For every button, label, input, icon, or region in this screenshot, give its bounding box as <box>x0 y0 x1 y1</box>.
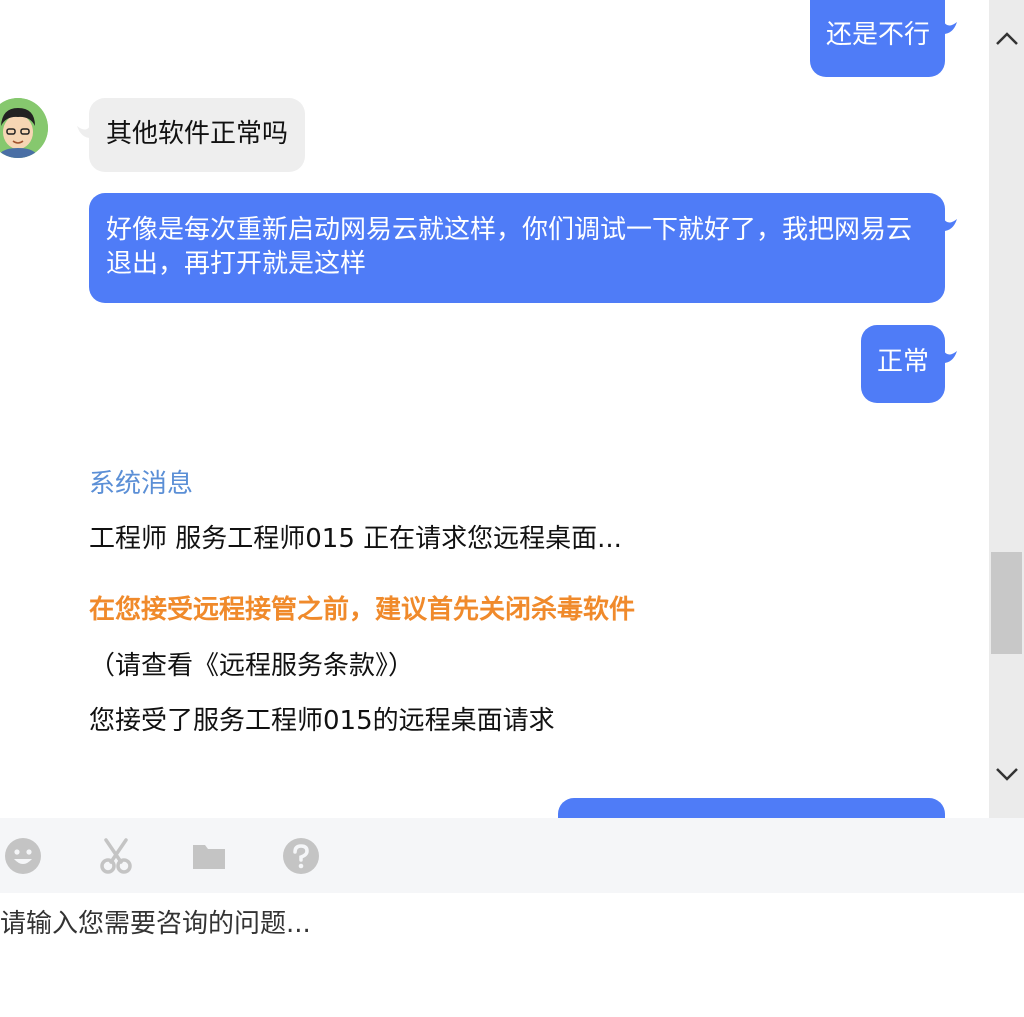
scrollbar-thumb[interactable] <box>991 552 1022 654</box>
input-toolbar <box>0 818 1024 893</box>
avatar-icon <box>0 98 48 158</box>
bubble-tail-icon <box>77 124 91 138</box>
bubble-tail-icon <box>943 20 957 34</box>
user-message-bubble <box>558 798 945 818</box>
chat-scrollbar[interactable] <box>989 0 1024 818</box>
chevron-up-icon <box>995 32 1018 45</box>
user-message-bubble: 还是不行 <box>809 0 957 77</box>
emoji-icon <box>5 838 41 874</box>
send-file-button[interactable] <box>189 836 229 876</box>
chat-message-area: 还是不行 其他软件正常吗 好像是每次重新启动网易云就这样，你们调试一下就好了，我… <box>0 0 989 818</box>
help-button[interactable] <box>281 836 321 876</box>
bubble-tail-icon <box>943 217 957 231</box>
scissors-icon <box>100 838 132 874</box>
screenshot-button[interactable] <box>96 836 136 876</box>
user-message-bubble: 好像是每次重新启动网易云就这样，你们调试一下就好了，我把网易云退出，再打开就是这… <box>89 193 957 303</box>
emoji-button[interactable] <box>3 836 43 876</box>
message-input[interactable] <box>0 893 1010 1017</box>
message-text: 还是不行 <box>825 20 930 50</box>
message-text: 其他软件正常吗 <box>106 119 289 149</box>
message-text: 正常 <box>876 347 929 377</box>
message-input-area <box>0 893 1024 1017</box>
chevron-down-icon <box>995 768 1018 781</box>
system-message-title: 系统消息 <box>89 469 194 499</box>
agent-message-bubble: 其他软件正常吗 <box>77 98 306 172</box>
system-message-text: 工程师 服务工程师015 正在请求您远程桌面... <box>89 524 622 554</box>
system-warning-text: 在您接受远程接管之前，建议首先关闭杀毒软件 <box>89 595 636 625</box>
scroll-up-button[interactable] <box>989 22 1024 56</box>
remote-service-terms-link[interactable]: （请查看《远程服务条款》） <box>89 649 414 683</box>
agent-avatar <box>0 98 48 158</box>
message-text: 好像是每次重新启动网易云就这样，你们调试一下就好了，我把网易云退出，再打开就是这… <box>106 215 913 279</box>
system-message-text: 您接受了服务工程师015的远程桌面请求 <box>89 706 555 736</box>
help-icon <box>283 838 319 874</box>
bubble-tail-icon <box>943 349 957 363</box>
user-message-bubble: 正常 <box>860 325 957 403</box>
scroll-down-button[interactable] <box>989 757 1024 791</box>
folder-icon <box>193 845 225 869</box>
